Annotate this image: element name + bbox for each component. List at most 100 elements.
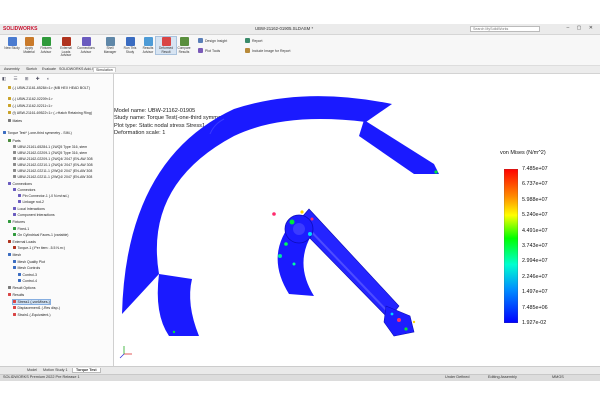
tree-node-icon (13, 246, 16, 249)
tab-assembly[interactable]: Assembly (2, 67, 22, 71)
tree-item-label: Connectors (17, 188, 36, 192)
tree-item[interactable]: Linkage rod-2 (18, 200, 44, 204)
tree-item[interactable]: Stress1 (-vonMises-) (12, 299, 51, 305)
tree-node-icon (13, 145, 16, 148)
report-button[interactable]: Report (245, 38, 263, 43)
tree-item[interactable]: Displacement1 (-Res disp-) (13, 306, 60, 310)
search-input[interactable]: Search MySolidWorks (470, 26, 540, 32)
tree-item[interactable]: (-) UBW-21162-02211<1> (8, 104, 52, 108)
tree-item[interactable]: UBW-21162-02209-1 (2WQ5 Type 316, stem (13, 151, 87, 155)
tree-node-icon (13, 169, 16, 172)
plot-tools-icon (198, 48, 203, 53)
tree-item[interactable]: Result Options (8, 286, 35, 290)
graphics-viewport[interactable]: Model name: UBW-21162-01905 Study name: … (114, 74, 600, 366)
tree-item[interactable]: External Loads (8, 240, 36, 244)
tree-item[interactable]: Connections (8, 182, 32, 186)
tree-toolbar[interactable]: ◧ ☰ ⊞ ✚ ◐ (2, 76, 53, 82)
legend-tick-label: 7.485e+06 (522, 304, 548, 311)
tree-item[interactable]: UBW-21162-02211-1 (2WQ4/ 2047 (EN-AW 308 (13, 169, 92, 173)
new-study-icon (7, 37, 17, 46)
results-icon (143, 37, 153, 46)
tree-node-icon (13, 313, 16, 316)
shell-icon (105, 37, 115, 46)
include-image-button[interactable]: Include Image for Report (245, 48, 291, 53)
tree-item[interactable]: Component Interactions (13, 213, 55, 217)
tree-item[interactable]: Mates (8, 119, 22, 123)
tree-item[interactable]: Torque-1 (:Per item: -5.5 N.m:) (13, 246, 65, 250)
solidworks-logo: SOLIDWORKS (3, 26, 38, 32)
tree-node-icon (8, 253, 11, 256)
status-units[interactable]: MMGS (552, 375, 564, 379)
tree-item-label: Results (12, 293, 25, 297)
run-button[interactable]: Run This Study (120, 37, 140, 54)
tree-item[interactable]: (-) UBW-21162-02209<1> (8, 97, 53, 101)
tree-item[interactable]: Mesh Quality Plot (13, 260, 45, 264)
connections-button[interactable]: Connections Advisor (76, 37, 96, 54)
tree-item[interactable]: Strain1 (-Equivalent-) (13, 313, 51, 317)
tab-sketch[interactable]: Sketch (24, 67, 39, 71)
fixtures-button[interactable]: Fixtures Advisor (36, 37, 56, 54)
bottom-tab-torque-test[interactable]: Torque Test (72, 368, 101, 373)
tree-item-label: Linkage rod-2 (22, 200, 44, 204)
compare-button[interactable]: Compare Results (174, 37, 194, 54)
tree-item[interactable]: On Cylindrical Faces-1 (variable) (13, 233, 68, 237)
loads-icon (61, 37, 71, 46)
deformed-icon (161, 37, 171, 46)
tree-node-icon (13, 151, 16, 154)
tree-item[interactable]: Pin Connector-1 (-0 N.m/rad-) (18, 194, 69, 198)
tree-item-label: Pin Connector-1 (-0 N.m/rad-) (22, 194, 69, 198)
tree-node-icon (8, 240, 11, 243)
tree-item[interactable]: (-) UBW-21161-65284<1> (MB HEX HEAD BOLT… (8, 86, 90, 90)
tree-node-icon (8, 139, 11, 142)
tree-item[interactable]: Parts (8, 139, 21, 143)
tree-item-label: UBW-21162-02211-1 (2WQ4/ 2047 (EN-AW 308 (17, 169, 93, 173)
results-button[interactable]: Results Advisor (138, 37, 158, 54)
tree-node-icon (8, 86, 11, 89)
tree-node-icon (13, 175, 16, 178)
tree-item-label: UBW-21162-02209-1 (2WQ4/ 2047 (EN-AW 308 (17, 157, 93, 161)
tree-item[interactable]: UBW-21162-02211-1 (2WQ4/ 2047 (EN-AW 308 (13, 175, 92, 179)
tree-item[interactable]: Torque Test* (-one-third symmetry - SIM-… (3, 131, 72, 135)
legend-tick-label: 1.927e-02 (522, 320, 547, 326)
include-image-icon (245, 48, 250, 53)
tree-item[interactable]: Fixtures (8, 220, 25, 224)
bottom-tab-model[interactable]: Model (24, 368, 40, 372)
ribbon-button-label: Fixtures Advisor (40, 46, 52, 54)
tree-item[interactable]: Mesh (8, 253, 21, 257)
tree-item[interactable]: Fixed-1 (13, 227, 29, 231)
tree-item-label: Control-3 (22, 273, 37, 277)
tree-node-icon (18, 279, 21, 282)
ribbon-button-label: Shell Manager (103, 46, 117, 54)
legend-tick-label: 3.743e+07 (522, 243, 548, 249)
tree-item[interactable]: UBW-21161-65284-1 (1WQ5 Type 316, stem (13, 145, 87, 149)
ribbon-item-label: Design Insight (205, 39, 228, 43)
bottom-tab-motion-study-1[interactable]: Motion Study 1 (40, 368, 71, 372)
tree-item[interactable]: UBW-21162-02209-1 (2WQ4/ 2047 (EN-AW 308 (13, 157, 93, 161)
material-icon (24, 37, 34, 46)
tree-node-icon (13, 306, 16, 309)
shell-button[interactable]: Shell Manager (100, 37, 120, 54)
tree-item[interactable]: Control-3 (18, 273, 37, 277)
tree-item[interactable]: (f) UBW-21161-69522<1> (->Hatch Retainin… (8, 111, 92, 115)
legend-tick-label: 5.240e+07 (522, 212, 548, 219)
deformed-button[interactable]: Deformed Result (155, 35, 177, 56)
plot-tools-button[interactable]: Plot Tools (198, 48, 220, 53)
tab-evaluate[interactable]: Evaluate (40, 67, 58, 71)
ribbon-button-label: Run This Study (123, 46, 137, 54)
tree-item[interactable]: Local Interactions (13, 207, 45, 211)
command-manager-tabs: Assembly Sketch Evaluate SOLIDWORKS Add-Ins… (0, 66, 600, 74)
tree-node-icon (8, 119, 11, 122)
tree-item[interactable]: Mesh Controls (13, 266, 40, 270)
design-insight-button[interactable]: Design Insight (198, 38, 227, 43)
tree-item[interactable]: Control-4 (18, 279, 37, 283)
tree-item-label: Mesh Quality Plot (17, 260, 45, 264)
tree-item[interactable]: Results (8, 293, 24, 297)
tab-simulation[interactable]: Simulation (93, 67, 116, 72)
application-window: SOLIDWORKS UBW-21162-01905.SLDASM * Sear… (0, 24, 600, 381)
tree-item-label: Parts (12, 139, 21, 143)
loads-button[interactable]: External Loads Advisor (56, 37, 76, 58)
window-controls[interactable]: – ▢ ✕ (567, 25, 596, 31)
tree-item[interactable]: UBW-21162-02210-1 (2WQ4/ 2047 (EN-AW 308 (13, 163, 93, 167)
tree-item[interactable]: Connectors (13, 188, 35, 192)
ribbon-item-label: Report (252, 39, 263, 43)
